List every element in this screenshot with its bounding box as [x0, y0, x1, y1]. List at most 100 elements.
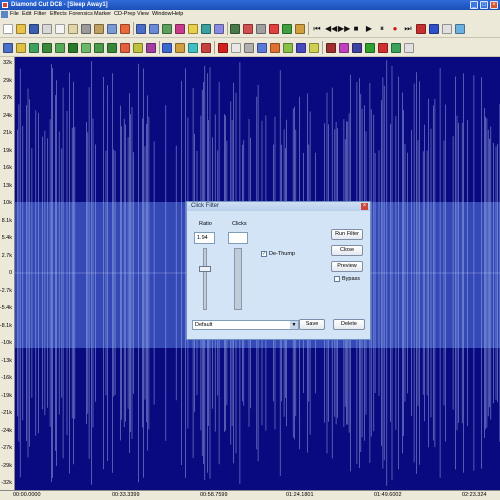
menu-forensics[interactable]: Forensics: [69, 10, 93, 19]
cut-icon[interactable]: [42, 24, 52, 34]
go-icon[interactable]: [282, 24, 292, 34]
bypass-checkbox[interactable]: [334, 276, 340, 282]
zoom-in-icon[interactable]: [136, 24, 146, 34]
forensic-filter-icon[interactable]: [339, 43, 349, 53]
undo-icon[interactable]: [94, 24, 104, 34]
track-icon[interactable]: [429, 24, 439, 34]
paste-icon[interactable]: [68, 24, 78, 34]
preview-button[interactable]: Preview: [331, 261, 363, 272]
mixer-icon[interactable]: [256, 24, 266, 34]
stop-icon[interactable]: ■: [351, 24, 361, 34]
effect-gain-icon[interactable]: [309, 43, 319, 53]
filter-continuous-icon[interactable]: [162, 43, 172, 53]
menu-effects[interactable]: Effects: [50, 10, 67, 19]
loop-icon[interactable]: [201, 24, 211, 34]
dialog-title[interactable]: Click Filter: [187, 202, 370, 211]
toolbar-separator: [322, 41, 323, 54]
menu-view[interactable]: View: [137, 10, 149, 19]
effect-tempo-icon[interactable]: [257, 43, 267, 53]
filter-noise-icon[interactable]: [120, 43, 130, 53]
filter-eq-icon[interactable]: [29, 43, 39, 53]
maximize-button[interactable]: □: [480, 1, 488, 9]
spectrum-icon[interactable]: [175, 24, 185, 34]
settings-icon[interactable]: [295, 24, 305, 34]
effect-chorus-icon[interactable]: [283, 43, 293, 53]
vu-meter-icon[interactable]: [230, 24, 240, 34]
ratio-field[interactable]: 1.94: [194, 232, 215, 244]
amplitude-label: -2.7k: [0, 287, 12, 294]
filter-dynamic-icon[interactable]: [188, 43, 198, 53]
filter-hiss-icon[interactable]: [133, 43, 143, 53]
record-setup-icon[interactable]: [243, 24, 253, 34]
tools-icon[interactable]: [188, 24, 198, 34]
close-button-dialog[interactable]: Close: [331, 245, 363, 256]
fast-forward-icon[interactable]: ▶▶: [338, 24, 350, 34]
forensic-adaptive-icon[interactable]: [365, 43, 375, 53]
menu-filter[interactable]: Filter: [34, 10, 46, 19]
zoom-full-icon[interactable]: [162, 24, 172, 34]
filter-lowpass-icon[interactable]: [3, 43, 13, 53]
record-icon[interactable]: ●: [390, 24, 400, 34]
mark-icon[interactable]: [214, 24, 224, 34]
new-file-icon[interactable]: [3, 24, 13, 34]
stop-sign-icon[interactable]: [269, 24, 279, 34]
filter-comb-icon[interactable]: [107, 43, 117, 53]
delete-preset-button[interactable]: Delete: [333, 319, 365, 330]
chevron-down-icon[interactable]: ▼: [290, 321, 298, 329]
menu-cd-prep[interactable]: CD-Prep: [114, 10, 135, 19]
dethump-checkbox[interactable]: ✓: [261, 251, 267, 257]
ratio-slider-thumb[interactable]: [199, 266, 211, 272]
clicks-field[interactable]: [228, 232, 248, 244]
effect-pitch-icon[interactable]: [244, 43, 254, 53]
filter-crackle-icon[interactable]: [146, 43, 156, 53]
filter-highpass-icon[interactable]: [16, 43, 26, 53]
skip-to-end-icon[interactable]: ⏭: [403, 24, 413, 34]
forensic-noise-icon[interactable]: [352, 43, 362, 53]
print-icon[interactable]: [81, 24, 91, 34]
skip-to-start-icon[interactable]: ⏮: [312, 24, 322, 34]
save-icon[interactable]: [29, 24, 39, 34]
menu-file[interactable]: File: [10, 10, 19, 19]
filter-graphic-eq-icon[interactable]: [81, 43, 91, 53]
menu-edit[interactable]: Edit: [22, 10, 31, 19]
filter-notch-icon[interactable]: [55, 43, 65, 53]
run-filter-button[interactable]: Run Filter: [331, 229, 363, 240]
effect-wave-icon[interactable]: [231, 43, 241, 53]
filter-bandpass-icon[interactable]: [42, 43, 52, 53]
open-folder-icon[interactable]: [16, 24, 26, 34]
minimize-button[interactable]: _: [470, 1, 478, 9]
effect-echo-icon[interactable]: [296, 43, 306, 53]
help-icon[interactable]: [455, 24, 465, 34]
dialog-close-icon[interactable]: ×: [361, 203, 368, 210]
effect-red-icon[interactable]: [218, 43, 228, 53]
copy-icon[interactable]: [55, 24, 65, 34]
filter-reverb-icon[interactable]: [201, 43, 211, 53]
save-preset-button[interactable]: Save: [299, 319, 325, 330]
forensic-enhance-icon[interactable]: [391, 43, 401, 53]
menu-window[interactable]: Window: [152, 10, 172, 19]
play-icon[interactable]: ▶: [364, 24, 374, 34]
app-icon: [2, 2, 8, 8]
ratio-slider-track[interactable]: [203, 248, 207, 310]
rewind-icon[interactable]: ◀◀: [325, 24, 337, 34]
document-icon[interactable]: [1, 11, 8, 18]
toolbar-separator: [227, 22, 228, 35]
forensic-view-icon[interactable]: [404, 43, 414, 53]
effect-flange-icon[interactable]: [270, 43, 280, 53]
zoom-out-icon[interactable]: [149, 24, 159, 34]
forensic-voice-icon[interactable]: [326, 43, 336, 53]
marker-icon[interactable]: [120, 24, 130, 34]
record-mode-icon[interactable]: [416, 24, 426, 34]
filter-shelf-icon[interactable]: [68, 43, 78, 53]
pause-icon[interactable]: ⏸: [377, 24, 387, 34]
forensic-spectral-icon[interactable]: [378, 43, 388, 53]
menu-help[interactable]: Help: [172, 10, 183, 19]
filter-impulse-icon[interactable]: [175, 43, 185, 53]
redo-icon[interactable]: [107, 24, 117, 34]
preset-select[interactable]: Default ▼: [192, 320, 299, 330]
close-button[interactable]: ×: [490, 1, 498, 9]
toolbar-separator: [214, 41, 215, 54]
filter-paragraphic-icon[interactable]: [94, 43, 104, 53]
cursor-icon[interactable]: [442, 24, 452, 34]
menu-marker[interactable]: Marker: [94, 10, 111, 19]
